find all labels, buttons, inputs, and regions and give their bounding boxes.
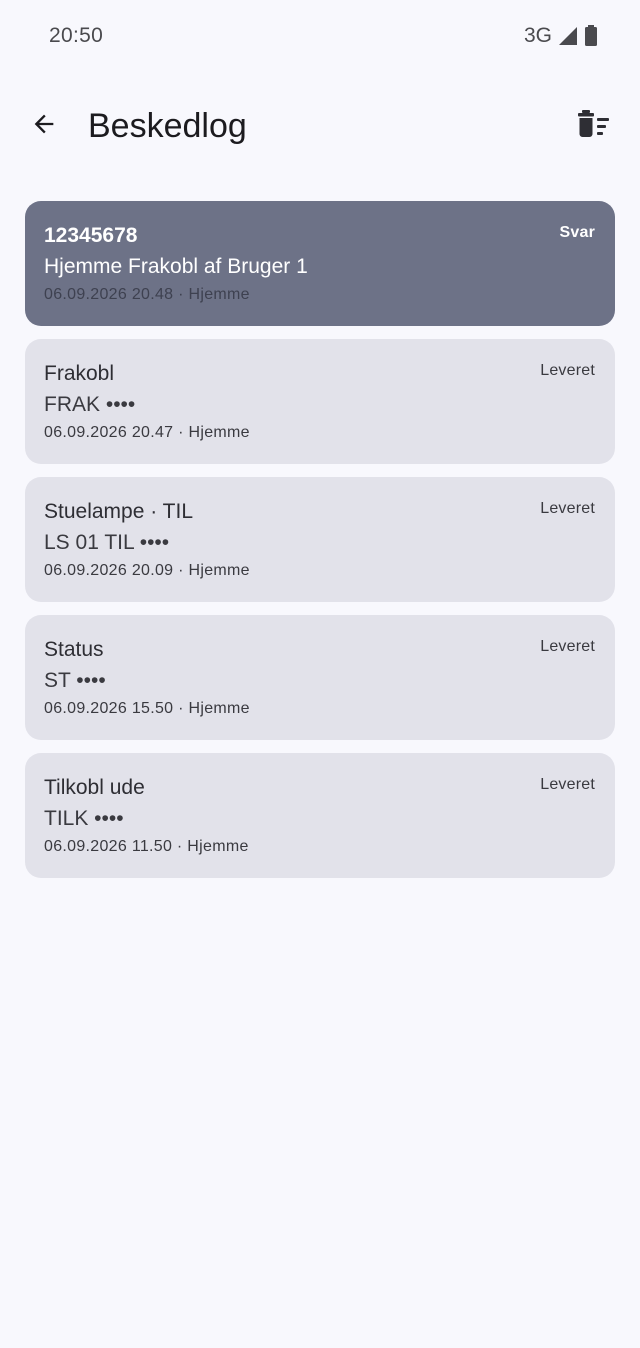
message-item[interactable]: Status ST •••• 06.09.2026 15.50 · Hjemme… (25, 615, 615, 740)
status-bar: 20:50 3G (0, 0, 640, 76)
message-item[interactable]: Tilkobl ude TILK •••• 06.09.2026 11.50 ·… (25, 753, 615, 878)
status-time: 20:50 (49, 24, 104, 47)
message-body: TILK •••• (44, 807, 124, 830)
message-title: Frakobl (44, 362, 115, 385)
message-meta: 06.09.2026 20.09 · Hjemme (44, 562, 250, 579)
back-button[interactable] (20, 102, 68, 150)
arrow-back-icon (30, 110, 58, 143)
message-body: ST •••• (44, 669, 106, 692)
message-status: Leveret (540, 776, 595, 793)
message-item[interactable]: Frakobl FRAK •••• 06.09.2026 20.47 · Hje… (25, 339, 615, 464)
network-type: 3G (523, 24, 552, 47)
message-title: 12345678 (44, 224, 138, 247)
message-body: LS 01 TIL •••• (44, 531, 170, 554)
battery-icon (584, 25, 598, 47)
message-status: Leveret (540, 362, 595, 379)
message-title: Status (44, 638, 104, 661)
delete-all-button[interactable] (570, 102, 618, 150)
message-meta: 06.09.2026 11.50 · Hjemme (44, 838, 249, 855)
message-body: FRAK •••• (44, 393, 136, 416)
message-list: 12345678 Hjemme Frakobl af Bruger 1 06.0… (25, 201, 615, 891)
delete-sweep-icon (577, 109, 611, 144)
message-title: Tilkobl ude (44, 776, 145, 799)
message-title: Stuelampe · TIL (44, 500, 194, 523)
message-meta: 06.09.2026 20.47 · Hjemme (44, 424, 250, 441)
message-meta: 06.09.2026 15.50 · Hjemme (44, 700, 250, 717)
message-meta: 06.09.2026 20.48 · Hjemme (44, 286, 250, 303)
cell-signal-icon (558, 26, 578, 46)
message-status: Leveret (540, 638, 595, 655)
message-status: Leveret (540, 500, 595, 517)
page-title: Beskedlog (88, 107, 247, 145)
message-status: Svar (559, 224, 595, 241)
status-icons: 3G (524, 24, 598, 48)
message-item[interactable]: Stuelampe · TIL LS 01 TIL •••• 06.09.202… (25, 477, 615, 602)
message-body: Hjemme Frakobl af Bruger 1 (44, 255, 308, 278)
app-bar: Beskedlog (0, 90, 640, 162)
message-item[interactable]: 12345678 Hjemme Frakobl af Bruger 1 06.0… (25, 201, 615, 326)
